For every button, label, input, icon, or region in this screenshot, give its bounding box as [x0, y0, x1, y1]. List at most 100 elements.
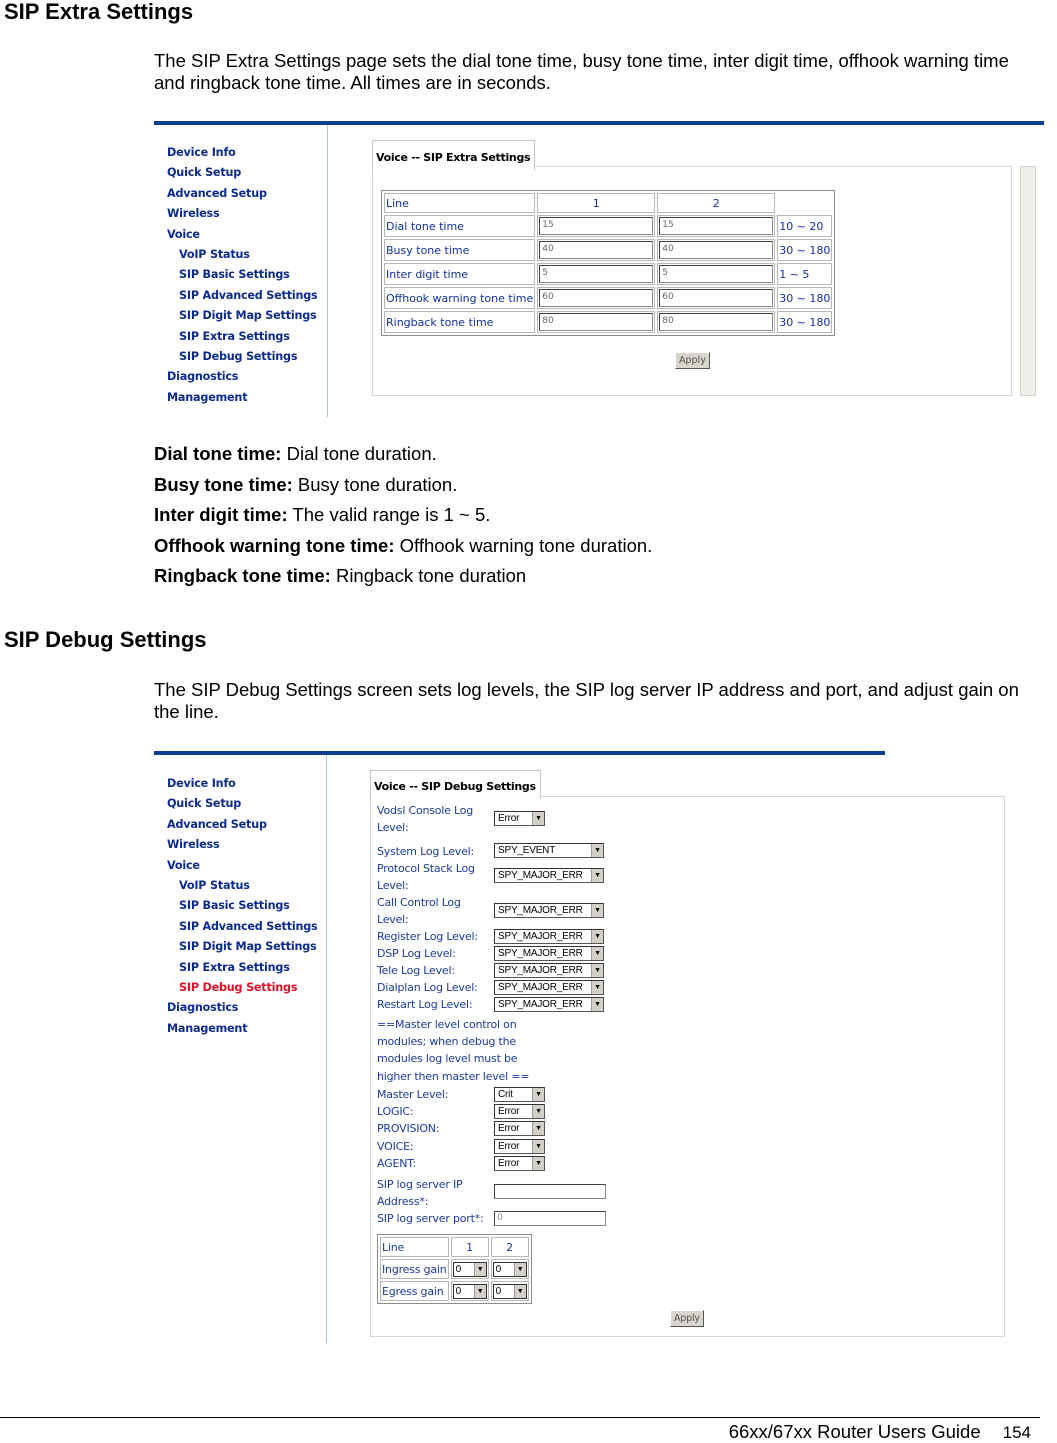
sidebar-item-voip-status[interactable]: VoIP Status — [167, 876, 318, 896]
sidebar-item-advanced-setup[interactable]: Advanced Setup — [167, 815, 318, 835]
logic-select[interactable]: Error ▼ — [494, 1104, 545, 1120]
select-value: Crit — [498, 1089, 513, 1100]
select-value: Error — [498, 813, 520, 824]
tele-log-level-select[interactable]: SPY_MAJOR_ERR ▼ — [494, 963, 604, 978]
definition-desc: Ringback tone duration — [330, 565, 527, 586]
chevron-down-icon: ▼ — [591, 869, 603, 882]
sidebar-item-sip-advanced-settings[interactable]: SIP Advanced Settings — [167, 917, 318, 937]
sidebar-item-sip-digit-map-settings[interactable]: SIP Digit Map Settings — [167, 306, 318, 326]
sidebar-item-sip-advanced-settings[interactable]: SIP Advanced Settings — [167, 286, 318, 306]
section-intro-extra: The SIP Extra Settings page sets the dia… — [154, 50, 1009, 93]
dsp-log-level-select[interactable]: SPY_MAJOR_ERR ▼ — [494, 946, 604, 961]
definition-term: Dial tone time: — [154, 443, 282, 464]
busy-tone-time-line1-input[interactable]: 40 — [539, 241, 654, 259]
inter-digit-time-line1-input[interactable]: 5 — [539, 265, 654, 283]
offhook-warning-tone-time-line2-input[interactable]: 60 — [659, 289, 774, 307]
value-cell: 0 ▼ — [450, 1259, 489, 1279]
sidebar-item-sip-debug-settings[interactable]: SIP Debug Settings — [167, 978, 318, 998]
select-value: SPY_MAJOR_ERR — [498, 965, 583, 976]
sidebar-item-advanced-setup[interactable]: Advanced Setup — [167, 184, 318, 204]
offhook-warning-tone-time-line1-input[interactable]: 60 — [539, 289, 654, 307]
server-port-input[interactable]: 0 — [494, 1211, 606, 1226]
dial-tone-time-line2-input[interactable]: 15 — [659, 217, 774, 235]
restart-log-level-select[interactable]: SPY_MAJOR_ERR ▼ — [494, 997, 604, 1012]
scrollbar[interactable] — [1020, 166, 1036, 396]
sidebar-item-device-info[interactable]: Device Info — [167, 143, 318, 163]
register-log-level-select[interactable]: SPY_MAJOR_ERR ▼ — [494, 929, 604, 944]
sidebar-item-wireless[interactable]: Wireless — [167, 835, 318, 855]
sidebar-item-voice[interactable]: Voice — [167, 225, 318, 245]
dialplan-log-level-select[interactable]: SPY_MAJOR_ERR ▼ — [494, 980, 604, 995]
ingress-gain-line1-select[interactable]: 0 ▼ — [452, 1261, 487, 1277]
apply-button[interactable]: Apply — [670, 1310, 704, 1327]
sidebar-item-diagnostics[interactable]: Diagnostics — [167, 367, 318, 387]
sidebar-item-quick-setup[interactable]: Quick Setup — [167, 163, 318, 183]
definition-term: Busy tone time: — [154, 473, 293, 495]
voice-select[interactable]: Error ▼ — [494, 1138, 545, 1154]
screenshot-debug-settings: Device Info Quick Setup Advanced Setup Wire… — [154, 751, 1014, 1346]
range-cell: 30 ~ 180 — [777, 287, 833, 309]
sidebar-item-sip-basic-settings[interactable]: SIP Basic Settings — [167, 896, 318, 916]
definition-item: Dial tone time: Dial tone duration. — [154, 442, 652, 473]
definition-desc: Offhook warning tone duration. — [394, 534, 653, 556]
chevron-down-icon: ▼ — [532, 1156, 544, 1170]
definition-desc: The valid range is 1 ~ 5. — [287, 504, 491, 525]
sidebar-item-wireless[interactable]: Wireless — [167, 204, 318, 224]
ringback-tone-time-line1-input[interactable]: 80 — [539, 313, 654, 331]
sidebar-item-diagnostics[interactable]: Diagnostics — [167, 998, 318, 1018]
protocol-stack-log-level-select[interactable]: SPY_MAJOR_ERR ▼ — [494, 868, 604, 883]
row-label: Ingress gain — [380, 1259, 449, 1279]
chevron-down-icon: ▼ — [591, 981, 603, 994]
page-tab[interactable]: Voice -- SIP Extra Settings — [372, 140, 536, 170]
chevron-down-icon: ▼ — [532, 1105, 544, 1119]
table-row: Busy tone time 40 40 30 ~ 180 — [384, 239, 833, 261]
master-level-select[interactable]: Crit ▼ — [494, 1087, 545, 1102]
definition-item: Busy tone time: Busy tone duration. — [154, 473, 652, 504]
definition-desc: Busy tone duration. — [292, 473, 458, 495]
sidebar-item-voip-status[interactable]: VoIP Status — [167, 245, 318, 265]
select-value: SPY_MAJOR_ERR — [498, 870, 583, 881]
chevron-down-icon: ▼ — [532, 1139, 544, 1153]
select-value: SPY_MAJOR_ERR — [498, 999, 583, 1010]
sidebar-item-sip-extra-settings[interactable]: SIP Extra Settings — [167, 958, 318, 978]
range-cell: 30 ~ 180 — [777, 239, 833, 261]
busy-tone-time-line2-input[interactable]: 40 — [659, 241, 774, 259]
definition-term: Offhook warning tone time: — [154, 534, 395, 556]
sidebar-item-management[interactable]: Management — [167, 388, 318, 408]
sidebar-item-management[interactable]: Management — [167, 1019, 318, 1039]
sidebar-item-sip-basic-settings[interactable]: SIP Basic Settings — [167, 265, 318, 285]
server-ip-input[interactable] — [494, 1184, 606, 1199]
module-label: AGENT: — [377, 1156, 417, 1170]
sidebar-item-device-info[interactable]: Device Info — [167, 774, 318, 794]
header-cell: 2 — [657, 193, 776, 213]
log-level-label: Protocol Stack Log — [377, 862, 475, 875]
provision-select[interactable]: Error ▼ — [494, 1121, 545, 1137]
sidebar-item-sip-extra-settings[interactable]: SIP Extra Settings — [167, 327, 318, 347]
sidebar-item-voice[interactable]: Voice — [167, 856, 318, 876]
log-level-label: System Log Level: — [377, 845, 475, 858]
table-row: Ingress gain 0 ▼ 0 ▼ — [380, 1259, 529, 1279]
agent-select[interactable]: Error ▼ — [494, 1155, 545, 1171]
egress-gain-line2-select[interactable]: 0 ▼ — [492, 1283, 527, 1299]
ingress-gain-line2-select[interactable]: 0 ▼ — [492, 1261, 527, 1277]
sidebar-item-sip-digit-map-settings[interactable]: SIP Digit Map Settings — [167, 937, 318, 957]
dial-tone-time-line1-input[interactable]: 15 — [539, 217, 654, 235]
vodsl-console-log-level-select[interactable]: Error ▼ — [494, 811, 545, 826]
sidebar-item-quick-setup[interactable]: Quick Setup — [167, 794, 318, 814]
table-header-row: Line 1 2 — [380, 1237, 529, 1257]
select-value: Error — [498, 1157, 520, 1169]
server-port-label: SIP log server port*: — [377, 1212, 484, 1225]
system-log-level-select[interactable]: SPY_EVENT ▼ — [494, 843, 604, 858]
apply-button[interactable]: Apply — [675, 352, 710, 369]
call-control-log-level-select[interactable]: SPY_MAJOR_ERR ▼ — [494, 903, 604, 918]
definition-term: Inter digit time: — [154, 504, 288, 525]
chevron-down-icon: ▼ — [513, 1284, 526, 1298]
ringback-tone-time-line2-input[interactable]: 80 — [659, 313, 774, 331]
egress-gain-line1-select[interactable]: 0 ▼ — [452, 1283, 487, 1299]
log-level-label: Level: — [377, 913, 409, 926]
inter-digit-time-line2-input[interactable]: 5 — [659, 265, 774, 283]
guide-title: 66xx/67xx Router Users Guide — [728, 1421, 981, 1442]
sidebar-item-sip-debug-settings[interactable]: SIP Debug Settings — [167, 347, 318, 367]
log-level-label: DSP Log Level: — [377, 947, 456, 960]
chevron-down-icon: ▼ — [591, 964, 603, 977]
